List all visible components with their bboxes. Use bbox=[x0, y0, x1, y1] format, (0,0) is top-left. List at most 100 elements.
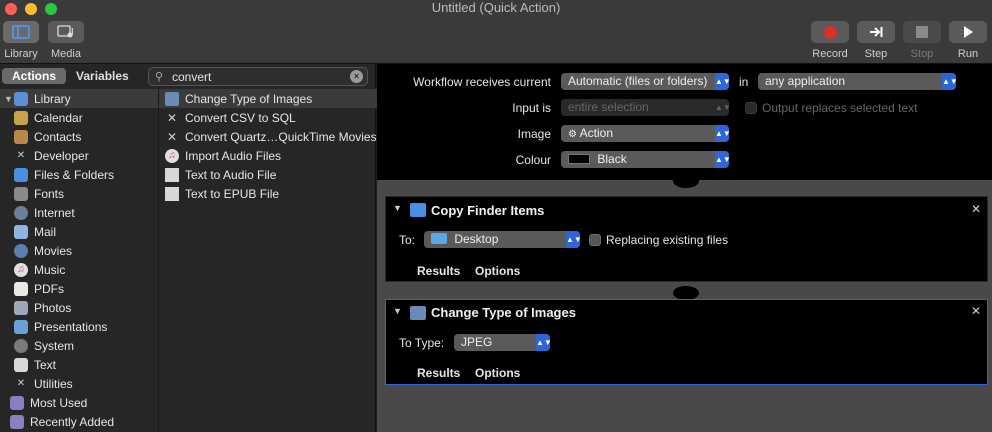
receives-popup[interactable]: Automatic (files or folders) ▲▼ bbox=[561, 73, 729, 90]
action-label: Import Audio Files bbox=[185, 148, 282, 163]
results-tab[interactable]: Results bbox=[417, 264, 460, 278]
chevron-updown-icon: ▲▼ bbox=[715, 99, 729, 116]
category-item-text[interactable]: Text bbox=[0, 355, 158, 374]
action-label: Text to Audio File bbox=[185, 167, 277, 182]
tools-icon: ✕ bbox=[166, 110, 178, 125]
preview-icon bbox=[165, 91, 179, 106]
step-button[interactable]: Step bbox=[857, 21, 895, 61]
category-item-files-folders[interactable]: Files & Folders bbox=[0, 165, 158, 184]
replacing-checkbox[interactable] bbox=[589, 234, 601, 246]
search-field[interactable]: ⚲ convert × bbox=[148, 67, 368, 86]
category-item-movies[interactable]: Movies bbox=[0, 241, 158, 260]
action-label: Convert CSV to SQL bbox=[185, 110, 296, 125]
action-label: Change Type of Images bbox=[185, 91, 313, 106]
category-label: Library bbox=[34, 91, 71, 106]
tab-variables[interactable]: Variables bbox=[66, 68, 139, 84]
utilities-icon: ✕ bbox=[16, 377, 26, 389]
disclosure-triangle-icon[interactable]: ▼ bbox=[393, 306, 402, 316]
category-item-fonts[interactable]: Fonts bbox=[0, 184, 158, 203]
category-item-recently-added[interactable]: Recently Added bbox=[0, 412, 158, 431]
category-item-pdfs[interactable]: PDFs bbox=[0, 279, 158, 298]
options-tab[interactable]: Options bbox=[475, 264, 520, 278]
to-label: To: bbox=[399, 233, 416, 247]
category-item-music[interactable]: ♫ Music bbox=[0, 260, 158, 279]
close-icon[interactable]: ✕ bbox=[971, 304, 981, 318]
color-swatch bbox=[568, 154, 590, 164]
category-label: Music bbox=[34, 262, 66, 277]
category-item-calendar[interactable]: Calendar bbox=[0, 108, 158, 127]
action-item-text-to-epub-file[interactable]: Text to EPUB File bbox=[159, 184, 377, 203]
library-button[interactable]: Library bbox=[3, 21, 39, 61]
output-replaces-checkbox[interactable] bbox=[745, 102, 757, 114]
step-button-label: Step bbox=[864, 48, 888, 60]
action-item-convert-quartz[interactable]: ✕ Convert Quartz…QuickTime Movies bbox=[159, 127, 377, 146]
record-button[interactable]: Record bbox=[811, 21, 849, 61]
output-replaces-label: Output replaces selected text bbox=[762, 101, 918, 115]
actions-variables-segment: Actions Variables bbox=[2, 68, 139, 84]
workflow-area: Workflow receives current Automatic (fil… bbox=[377, 64, 992, 432]
category-label: Text bbox=[34, 357, 57, 372]
close-icon[interactable]: ✕ bbox=[971, 202, 981, 216]
results-tab[interactable]: Results bbox=[417, 366, 460, 380]
stop-button[interactable]: Stop bbox=[903, 21, 941, 61]
input-popup[interactable]: entire selection ▲▼ bbox=[561, 99, 729, 116]
chevron-updown-icon: ▲▼ bbox=[715, 151, 729, 168]
category-item-internet[interactable]: Internet bbox=[0, 203, 158, 222]
workflow-connector bbox=[673, 286, 699, 300]
search-icon: ⚲ bbox=[155, 71, 164, 83]
tab-actions[interactable]: Actions bbox=[2, 68, 67, 84]
image-value: Action bbox=[579, 126, 613, 140]
library-icon bbox=[14, 91, 28, 106]
disclosure-triangle-icon[interactable]: ▼ bbox=[4, 94, 14, 104]
options-tab[interactable]: Options bbox=[475, 366, 520, 380]
category-label: Utilities bbox=[34, 376, 73, 391]
application-popup[interactable]: any application ▲▼ bbox=[758, 73, 956, 90]
action-item-change-type-of-images[interactable]: Change Type of Images bbox=[159, 89, 377, 108]
category-item-presentations[interactable]: Presentations bbox=[0, 317, 158, 336]
action-item-convert-csv-to-sql[interactable]: ✕ Convert CSV to SQL bbox=[159, 108, 377, 127]
category-item-utilities[interactable]: ✕ Utilities bbox=[0, 374, 158, 393]
tools-icon: ✕ bbox=[166, 129, 178, 144]
workflow-header: Workflow receives current Automatic (fil… bbox=[377, 64, 992, 180]
action-item-text-to-audio-file[interactable]: Text to Audio File bbox=[159, 165, 377, 184]
library-sidebar-icon bbox=[12, 25, 30, 39]
category-label: System bbox=[34, 338, 75, 353]
music-icon: ♫ bbox=[14, 262, 28, 277]
preview-icon bbox=[410, 306, 426, 320]
media-button[interactable]: Media bbox=[48, 21, 84, 61]
colour-popup[interactable]: Black ▲▼ bbox=[561, 151, 729, 168]
disclosure-triangle-icon[interactable]: ▼ bbox=[393, 203, 402, 213]
action-item-import-audio-files[interactable]: ♫ Import Audio Files bbox=[159, 146, 377, 165]
gear-icon: ⚙ bbox=[568, 129, 577, 140]
action-card-change-type-of-images[interactable]: ▼ Change Type of Images ✕ To Type: JPEG … bbox=[385, 299, 988, 385]
destination-popup[interactable]: Desktop ▲▼ bbox=[424, 231, 580, 248]
window-toolbar: Untitled (Quick Action) Library Media Re… bbox=[0, 0, 992, 64]
category-label: Files & Folders bbox=[34, 167, 115, 182]
colour-value: Black bbox=[597, 152, 627, 166]
action-label: Convert Quartz…QuickTime Movies bbox=[185, 129, 377, 144]
image-popup[interactable]: ⚙ Action ▲▼ bbox=[561, 125, 729, 142]
category-item-most-used[interactable]: Most Used bbox=[0, 393, 158, 412]
category-label: Internet bbox=[34, 205, 75, 220]
library-panel: Actions Variables ⚲ convert × ▼ Library … bbox=[0, 64, 377, 432]
photos-icon bbox=[14, 300, 28, 315]
run-button-label: Run bbox=[957, 48, 979, 60]
image-type-popup[interactable]: JPEG ▲▼ bbox=[454, 334, 550, 351]
category-item-photos[interactable]: Photos bbox=[0, 298, 158, 317]
run-button[interactable]: Run bbox=[949, 21, 987, 61]
text-icon bbox=[165, 186, 179, 201]
category-item-library[interactable]: ▼ Library bbox=[0, 89, 158, 108]
search-input[interactable]: convert bbox=[172, 70, 211, 84]
chevron-updown-icon: ▲▼ bbox=[715, 125, 729, 142]
category-item-contacts[interactable]: Contacts bbox=[0, 127, 158, 146]
category-item-mail[interactable]: Mail bbox=[0, 222, 158, 241]
finder-icon bbox=[410, 203, 426, 217]
action-card-copy-finder-items[interactable]: ▼ Copy Finder Items ✕ To: Desktop ▲▼ Rep… bbox=[385, 196, 988, 282]
receives-label: Workflow receives current bbox=[413, 75, 551, 89]
media-icon bbox=[57, 25, 73, 38]
clear-search-icon[interactable]: × bbox=[350, 70, 363, 83]
category-item-system[interactable]: System bbox=[0, 336, 158, 355]
stop-button-label: Stop bbox=[910, 48, 934, 60]
category-item-developer[interactable]: ✕ Developer bbox=[0, 146, 158, 165]
folder-icon bbox=[431, 233, 447, 244]
